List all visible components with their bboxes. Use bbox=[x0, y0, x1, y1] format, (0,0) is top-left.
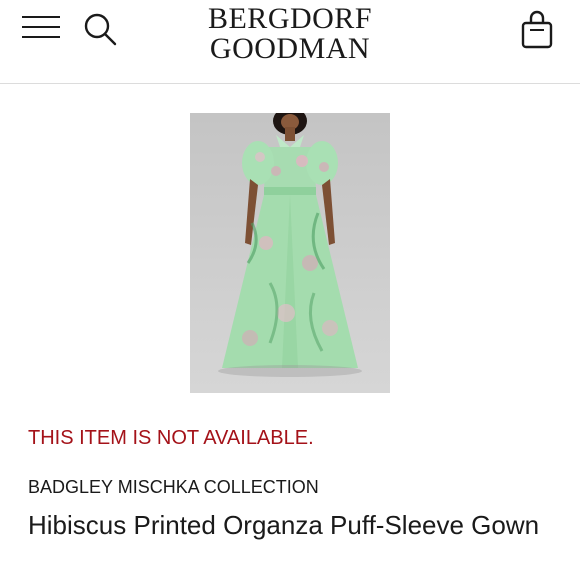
shopping-bag-icon[interactable] bbox=[519, 10, 555, 50]
menu-bar bbox=[22, 26, 60, 28]
menu-bar bbox=[22, 16, 60, 18]
menu-bar bbox=[22, 36, 60, 38]
product-title: Hibiscus Printed Organza Puff-Sleeve Gow… bbox=[28, 510, 540, 540]
site-header: BERGDORF GOODMAN bbox=[0, 0, 580, 84]
gown-illustration bbox=[190, 113, 390, 393]
availability-notice: THIS ITEM IS NOT AVAILABLE. bbox=[28, 427, 314, 449]
brand-logo[interactable]: BERGDORF GOODMAN bbox=[190, 4, 390, 64]
product-image[interactable] bbox=[190, 113, 390, 393]
hamburger-menu-icon[interactable] bbox=[22, 14, 62, 40]
designer-name[interactable]: BADGLEY MISCHKA COLLECTION bbox=[28, 477, 319, 498]
logo-line-2: GOODMAN bbox=[209, 32, 371, 65]
logo-line-1: BERGDORF bbox=[207, 2, 373, 35]
search-icon[interactable] bbox=[83, 12, 121, 48]
